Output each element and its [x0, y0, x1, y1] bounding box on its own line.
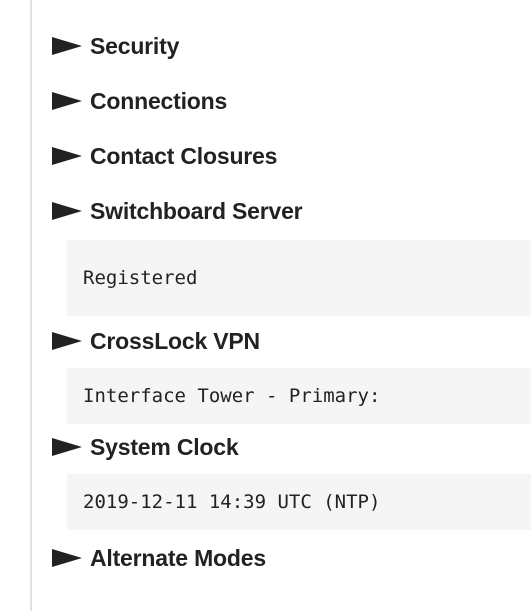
section-security-toggle[interactable]: Security — [52, 31, 179, 61]
section-crosslock-vpn-toggle[interactable]: CrossLock VPN — [52, 326, 260, 356]
section-system-clock-toggle[interactable]: System Clock — [52, 432, 239, 462]
section-connections-label: Connections — [90, 87, 228, 114]
caret-right-icon — [52, 147, 82, 165]
section-system-clock-label: System Clock — [90, 433, 239, 460]
section-security-label: Security — [90, 32, 180, 59]
system-clock-value: 2019-12-11 14:39 UTC (NTP) — [67, 474, 531, 530]
caret-right-icon — [52, 37, 82, 55]
section-alternate-modes-label: Alternate Modes — [90, 544, 266, 571]
caret-right-icon — [52, 92, 82, 110]
section-contact-closures-toggle[interactable]: Contact Closures — [52, 141, 277, 171]
switchboard-server-status-value: Registered — [67, 240, 531, 316]
caret-right-icon — [52, 438, 82, 456]
section-connections-toggle[interactable]: Connections — [52, 86, 227, 116]
section-crosslock-vpn-label: CrossLock VPN — [90, 327, 260, 354]
section-alternate-modes-toggle[interactable]: Alternate Modes — [52, 543, 266, 573]
section-contact-closures-label: Contact Closures — [90, 142, 278, 169]
caret-right-icon — [52, 549, 82, 567]
section-switchboard-server-toggle[interactable]: Switchboard Server — [52, 196, 303, 226]
panel-left-border — [30, 0, 32, 611]
crosslock-vpn-status-value: Interface Tower - Primary: — [67, 368, 531, 424]
caret-right-icon — [52, 332, 82, 350]
section-switchboard-server-label: Switchboard Server — [90, 197, 303, 224]
caret-right-icon — [52, 202, 82, 220]
